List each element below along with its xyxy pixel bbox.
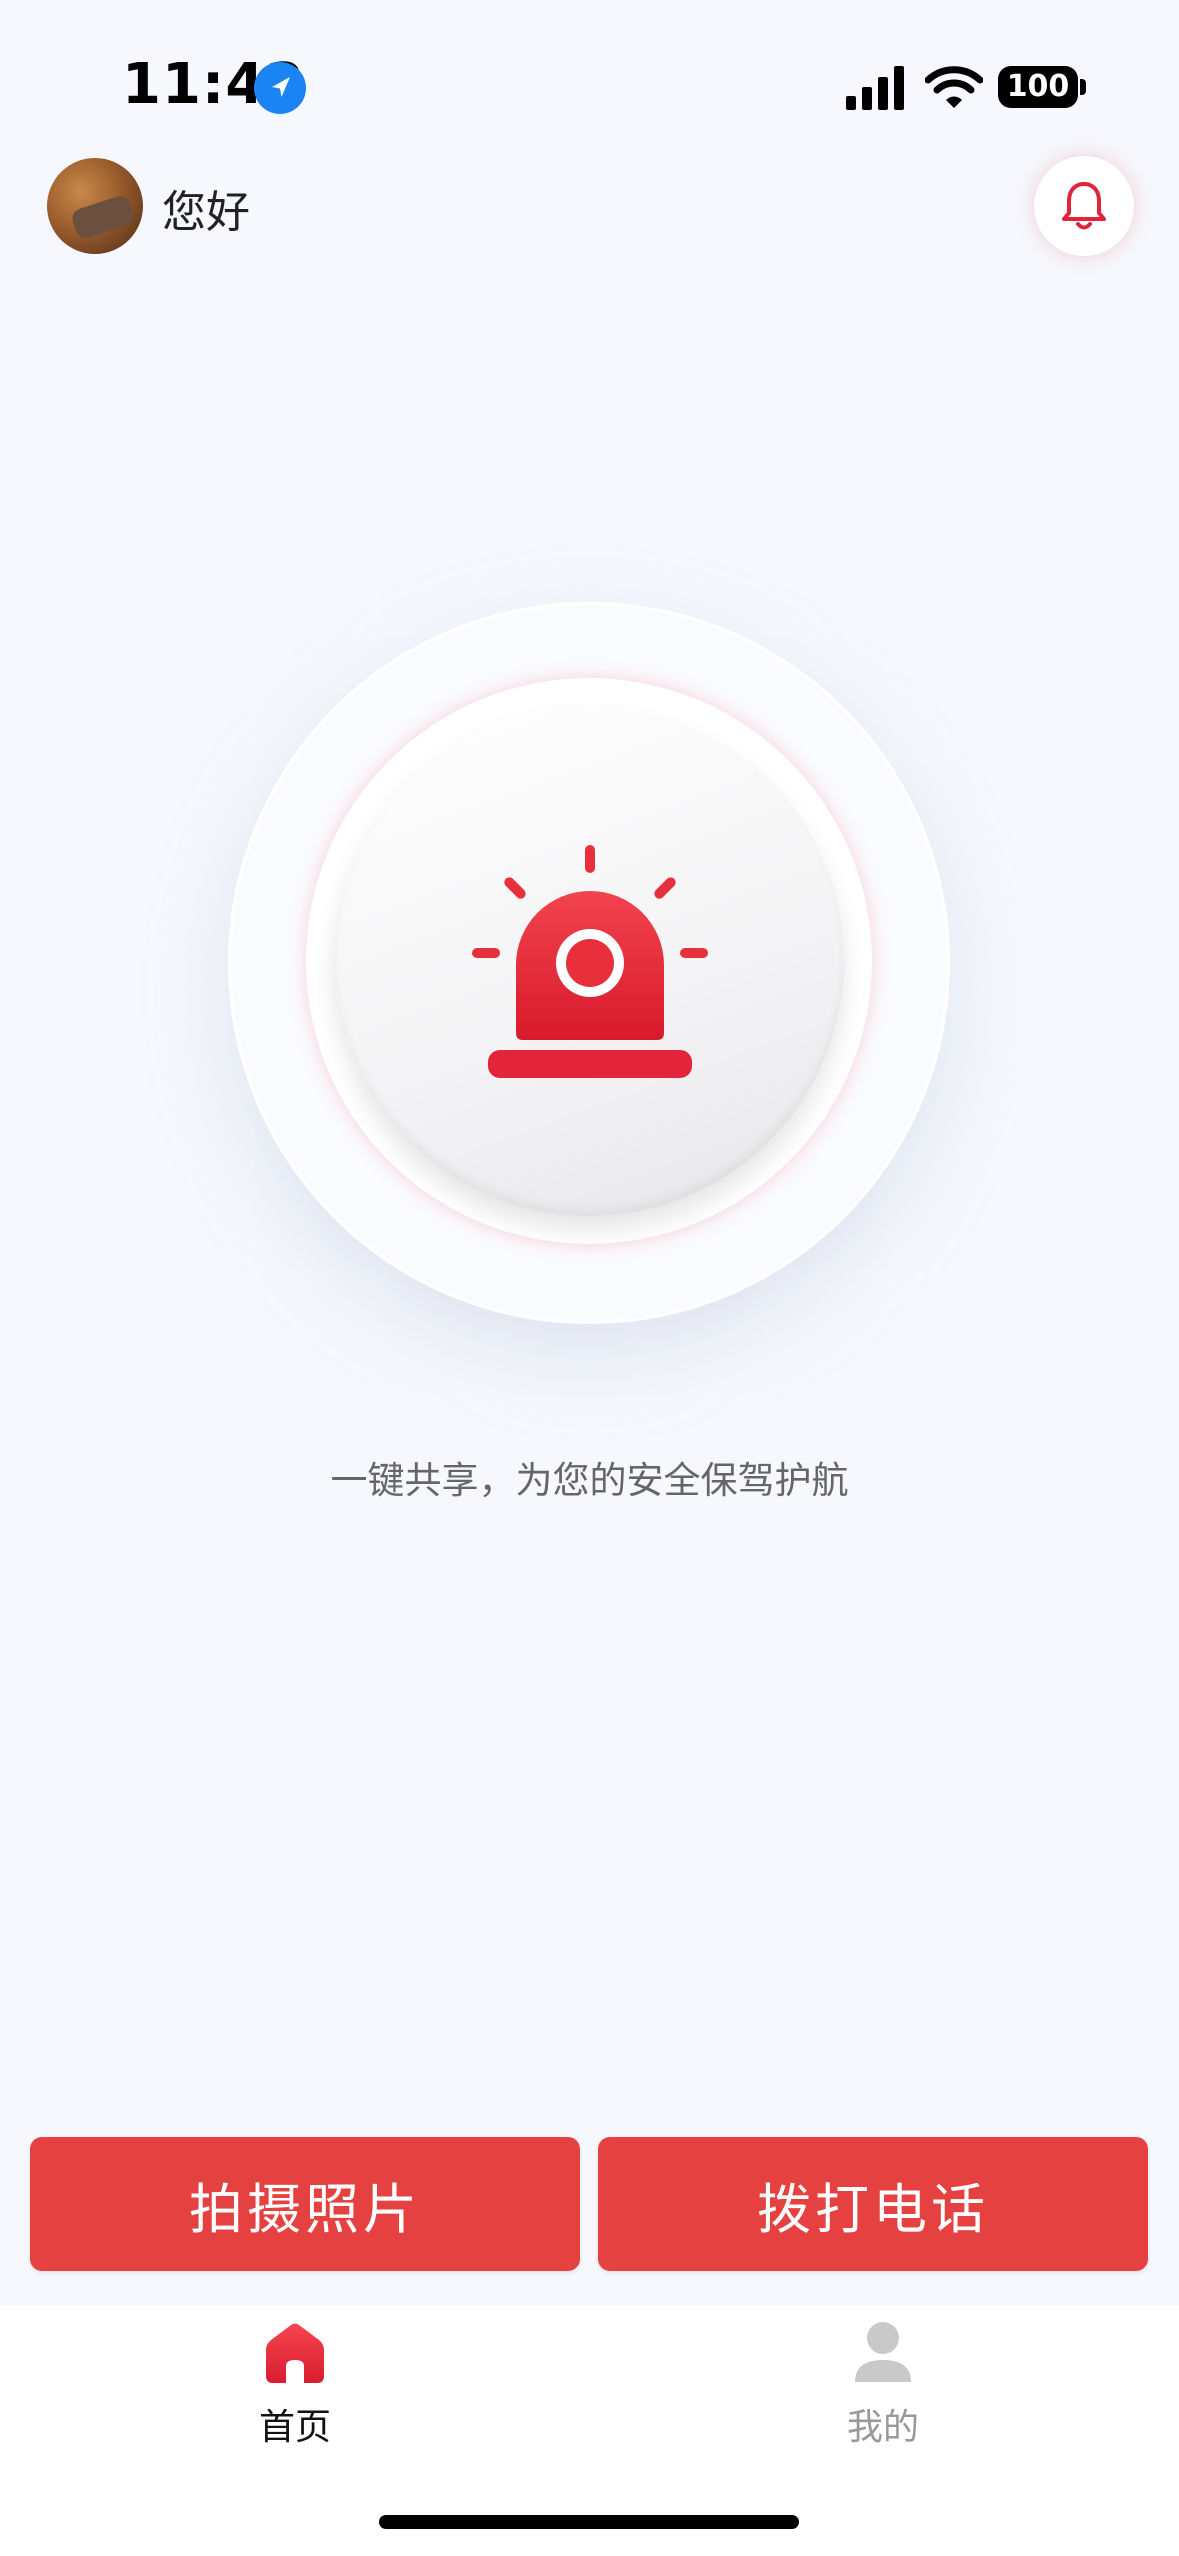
battery-tip <box>1080 79 1086 95</box>
bell-icon <box>1062 182 1106 230</box>
battery-icon: 100 <box>998 66 1078 108</box>
tab-mine-label: 我的 <box>846 2407 919 2448</box>
slogan-text: 一键共享，为您的安全保驾护航 <box>330 1459 849 1502</box>
siren-icon <box>472 845 708 1078</box>
home-indicator <box>379 2515 799 2529</box>
status-bar: 11:42 100 <box>0 0 1179 170</box>
user-avatar[interactable] <box>47 158 143 254</box>
tab-mine[interactable]: 我的 <box>783 2320 983 2450</box>
cellular-signal-icon <box>846 66 904 110</box>
tab-home-label: 首页 <box>258 2407 331 2448</box>
wifi-icon <box>925 66 983 108</box>
person-icon <box>855 2322 911 2382</box>
tab-home[interactable]: 首页 <box>195 2320 395 2450</box>
greeting-text: 您好 <box>162 187 250 238</box>
make-call-button[interactable]: 拨打电话 <box>598 2137 1148 2271</box>
battery-level: 100 <box>1006 69 1070 104</box>
home-icon <box>266 2323 324 2383</box>
take-photo-button[interactable]: 拍摄照片 <box>30 2137 580 2271</box>
notification-button[interactable] <box>1034 156 1134 256</box>
location-arrow-icon <box>254 62 306 114</box>
